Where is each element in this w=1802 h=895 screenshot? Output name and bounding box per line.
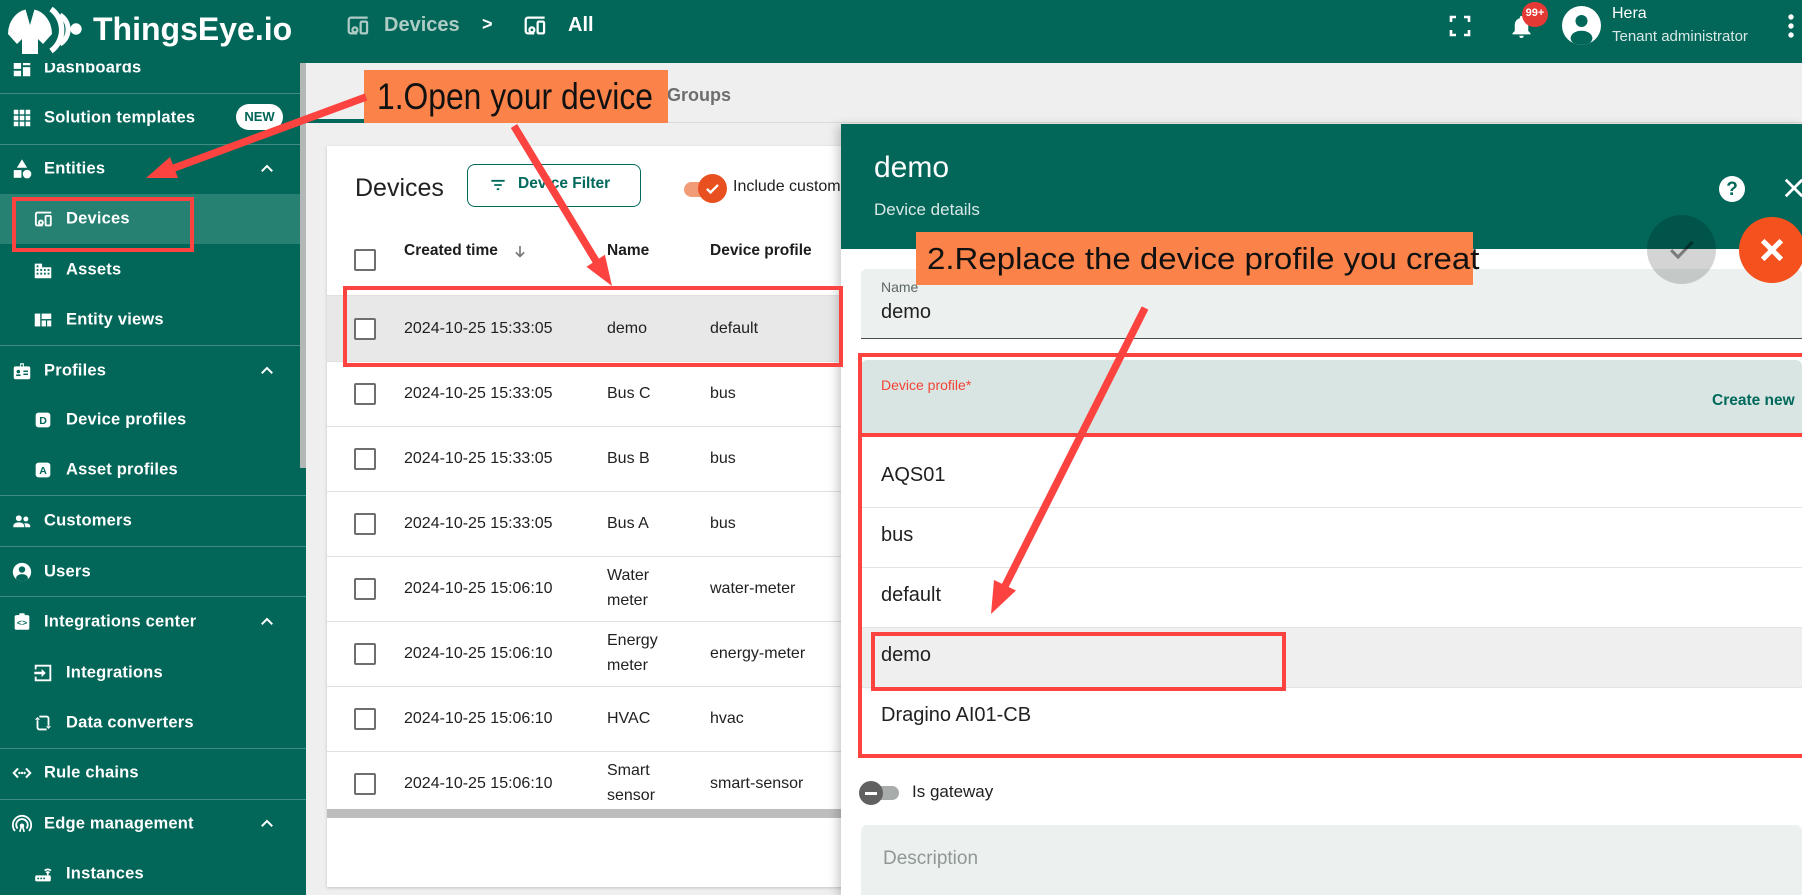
svg-text:<>: <>	[17, 619, 27, 629]
svg-text:D: D	[39, 415, 47, 427]
svg-text:A: A	[39, 465, 47, 477]
